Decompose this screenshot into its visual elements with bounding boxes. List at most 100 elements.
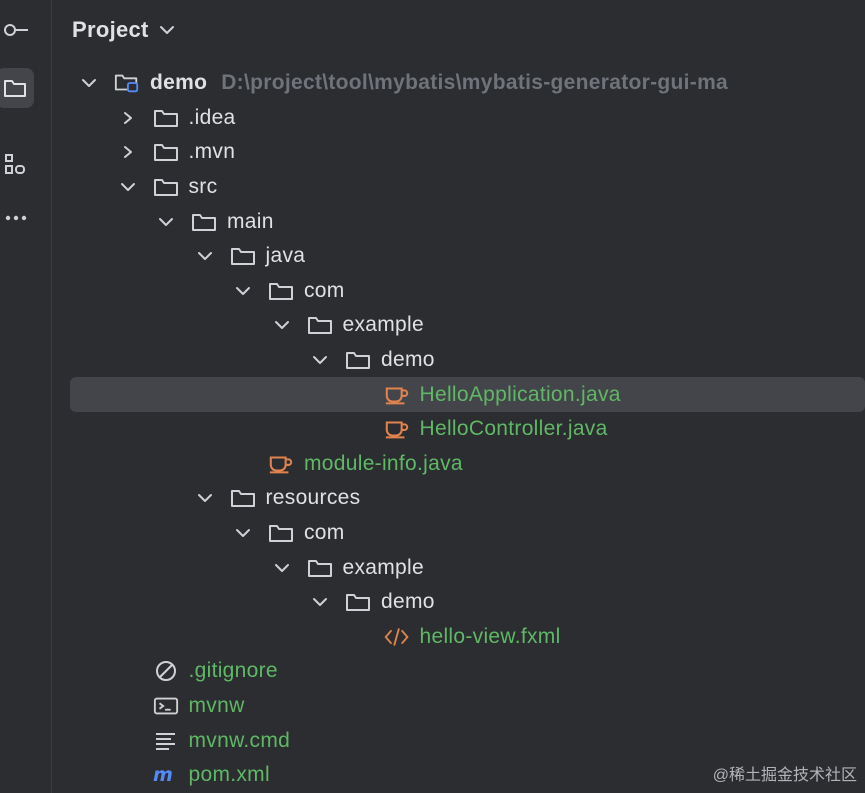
tree-item-label: example — [343, 313, 424, 337]
tree-item-name: example — [342, 313, 424, 337]
svg-text:m: m — [153, 764, 173, 786]
chevron-down-icon[interactable] — [157, 213, 175, 231]
tree-folder-row[interactable]: example — [52, 550, 865, 585]
chevron-right-icon[interactable] — [119, 143, 137, 161]
tree-item-name: mvnw — [188, 693, 245, 717]
chevron-down-icon[interactable] — [159, 25, 175, 35]
tree-folder-row[interactable]: .idea — [52, 101, 865, 136]
tree-item-label: demo — [381, 348, 435, 372]
tree-folder-row[interactable]: resources — [52, 481, 865, 516]
tree-item-name: demo — [381, 348, 435, 372]
java-class-icon — [384, 418, 410, 440]
gitignore-icon — [153, 660, 179, 682]
maven-icon: m — [153, 764, 179, 786]
tree-folder-row[interactable]: com — [52, 516, 865, 551]
structure-tool-button[interactable] — [0, 146, 36, 186]
tree-item-label: .mvn — [189, 140, 236, 164]
tree-file-row[interactable]: mvnw.cmd — [52, 723, 865, 758]
tree-item-name: module-info.java — [304, 451, 463, 475]
xml-file-icon — [383, 626, 410, 648]
tree-item-name: demo — [381, 590, 435, 614]
text-file-icon — [153, 730, 179, 752]
project-tool-button[interactable] — [0, 68, 34, 108]
tree-folder-row[interactable]: demo D:\project\tool\mybatis\mybatis-gene… — [52, 66, 865, 101]
folder-icon — [268, 522, 294, 544]
tree-item-label: mvnw.cmd — [189, 729, 291, 753]
tree-folder-row[interactable]: .mvn — [52, 135, 865, 170]
tree-folder-row[interactable]: demo — [52, 585, 865, 620]
tree-folder-row[interactable]: main — [52, 204, 865, 239]
folder-icon — [153, 176, 179, 198]
tree-item-label: .idea — [189, 106, 236, 130]
commit-icon — [4, 24, 28, 36]
tree-file-row[interactable]: HelloApplication.java — [70, 377, 865, 412]
tree-file-row[interactable]: HelloController.java — [52, 412, 865, 447]
chevron-down-icon[interactable] — [80, 74, 98, 92]
folder-icon — [268, 280, 294, 302]
tree-item-label: demo D:\project\tool\mybatis\mybatis-gene… — [150, 71, 728, 95]
tool-window-strip — [0, 0, 52, 793]
chevron-down-icon[interactable] — [234, 282, 252, 300]
tree-item-label: main — [227, 210, 274, 234]
tree-folder-row[interactable]: src — [52, 170, 865, 205]
more-icon — [5, 215, 27, 221]
tree-item-label: mvnw — [189, 694, 245, 718]
chevron-down-icon[interactable] — [196, 247, 214, 265]
tree-item-label: src — [189, 175, 218, 199]
tool-window-header[interactable]: Project — [72, 14, 175, 46]
folder-icon — [307, 557, 333, 579]
project-tree: demo D:\project\tool\mybatis\mybatis-gene… — [52, 66, 865, 792]
tree-item-label: module-info.java — [304, 452, 463, 476]
tree-item-label: java — [266, 244, 306, 268]
tree-item-name: HelloApplication.java — [419, 382, 621, 406]
java-class-icon — [268, 453, 294, 475]
folder-icon — [191, 211, 217, 233]
tree-item-label: resources — [266, 486, 361, 510]
tree-file-row[interactable]: module-info.java — [52, 447, 865, 482]
tree-item-label: com — [304, 279, 345, 303]
tree-item-name: resources — [265, 486, 361, 510]
chevron-down-icon[interactable] — [311, 593, 329, 611]
tree-file-row[interactable]: hello-view.fxml — [52, 620, 865, 655]
tree-item-label: demo — [381, 590, 435, 614]
tree-item-label: HelloController.java — [420, 417, 608, 441]
tree-item-label: hello-view.fxml — [420, 625, 561, 649]
tree-item-label: example — [343, 556, 424, 580]
terminal-icon — [153, 695, 179, 717]
tree-item-name: main — [227, 209, 274, 233]
tree-item-name: .mvn — [188, 140, 236, 164]
tree-folder-row[interactable]: java — [52, 239, 865, 274]
tree-file-row[interactable]: mvnw — [52, 689, 865, 724]
folder-icon — [230, 487, 256, 509]
tree-item-label: HelloApplication.java — [420, 383, 621, 407]
more-tools-button[interactable] — [0, 198, 36, 238]
folder-icon — [153, 107, 179, 129]
folder-icon — [345, 349, 371, 371]
chevron-right-icon[interactable] — [119, 109, 137, 127]
tree-item-name: .idea — [188, 105, 236, 129]
tree-item-label: pom.xml — [189, 763, 270, 787]
folder-icon — [345, 591, 371, 613]
tree-file-row[interactable]: .gitignore — [52, 654, 865, 689]
folder-icon — [153, 141, 179, 163]
tree-item-name: example — [342, 555, 424, 579]
module-path-hint: D:\project\tool\mybatis\mybatis-generato… — [221, 71, 729, 95]
tree-item-name: .gitignore — [188, 659, 278, 683]
tree-item-name: pom.xml — [188, 763, 270, 787]
chevron-down-icon[interactable] — [196, 489, 214, 507]
tree-item-name: java — [265, 244, 306, 268]
chevron-down-icon[interactable] — [119, 178, 137, 196]
chevron-down-icon[interactable] — [273, 559, 291, 577]
commit-tool-button[interactable] — [0, 10, 36, 50]
module-folder-icon — [114, 72, 140, 94]
tree-folder-row[interactable]: example — [52, 308, 865, 343]
tree-item-name: HelloController.java — [419, 417, 608, 441]
chevron-down-icon[interactable] — [311, 351, 329, 369]
java-class-icon — [384, 384, 410, 406]
tree-folder-row[interactable]: demo — [52, 343, 865, 378]
chevron-down-icon[interactable] — [234, 524, 252, 542]
project-tool-window: Project demo D:\project\tool\mybatis\myba… — [0, 0, 865, 793]
chevron-down-icon[interactable] — [273, 316, 291, 334]
tree-folder-row[interactable]: com — [52, 274, 865, 309]
watermark: @稀土掘金技术社区 — [712, 767, 857, 784]
